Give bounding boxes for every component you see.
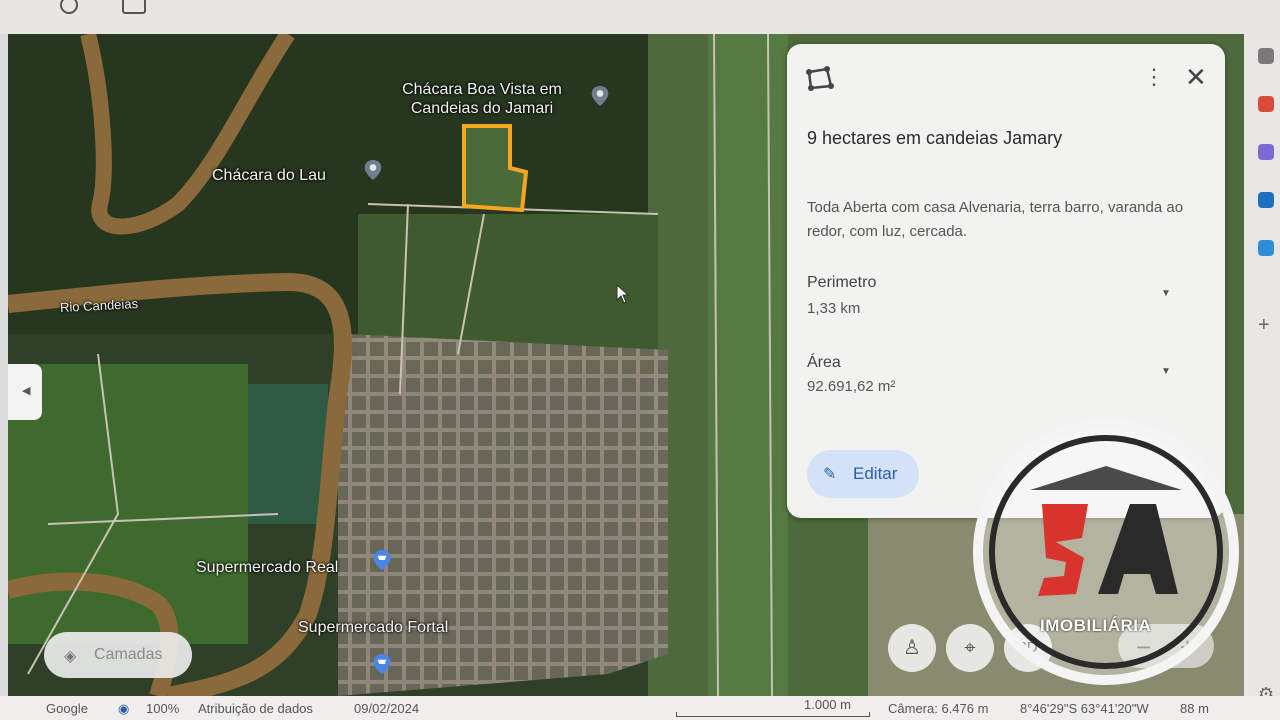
browser-side-panel: + ⚙ (1244, 34, 1280, 720)
layers-label: Camadas (94, 646, 163, 663)
agency-watermark-logo (973, 419, 1239, 685)
area-value: 92.691,62 m² (807, 378, 896, 395)
river-label: Rio Candeias (59, 295, 139, 316)
place-label-supermercado-fortal[interactable]: Supermercado Fortal (298, 618, 448, 637)
camera-altitude: Câmera: 6.476 m (888, 701, 989, 716)
shop-pin-icon[interactable] (372, 654, 392, 674)
collapse-sidebar-button[interactable]: ◀ (8, 364, 42, 420)
pin-icon[interactable] (590, 86, 610, 106)
browser-toolbar (0, 0, 1280, 34)
status-bar: Google ◉ 100% Atribuição de dados 09/02/… (0, 696, 1280, 720)
chevron-left-icon: ◀ (22, 385, 31, 397)
panel-title: 9 hectares em candeias Jamary (807, 128, 1063, 148)
zoom-level: 100% (146, 701, 180, 716)
edit-label: Editar (853, 464, 898, 483)
more-vert-icon[interactable]: ⋮ (1143, 66, 1165, 88)
close-icon[interactable]: ✕ (1185, 64, 1207, 90)
imagery-date: 09/02/2024 (354, 701, 420, 716)
globe-icon: ◉ (118, 701, 130, 716)
app-icon[interactable] (1258, 192, 1274, 208)
edit-button[interactable]: ✎ Editar (807, 450, 919, 498)
scale-label: 1.000 m (804, 697, 851, 712)
place-label-chacara-do-lau[interactable]: Chácara do Lau (212, 166, 326, 185)
google-logo: Google (46, 701, 88, 716)
pencil-icon: ✎ (823, 466, 837, 483)
layers-button[interactable]: ◈ Camadas (44, 632, 192, 678)
app-icon[interactable] (1258, 240, 1274, 256)
toolbar-icon[interactable] (60, 0, 78, 14)
chevron-down-icon[interactable]: ▼ (1161, 366, 1171, 377)
app-icon[interactable] (1258, 96, 1274, 112)
shop-pin-icon[interactable] (372, 550, 392, 570)
pin-icon[interactable] (363, 160, 383, 180)
pegman-button[interactable]: ♙ (888, 624, 936, 672)
add-icon[interactable]: + (1258, 314, 1270, 337)
elevation: 88 m (1180, 701, 1209, 716)
area-label: Área (807, 354, 841, 371)
attribution-link[interactable]: Atribuição de dados (198, 701, 313, 716)
pegman-icon: ♙ (903, 637, 921, 659)
app-icon[interactable] (1258, 48, 1274, 64)
mouse-cursor-icon (616, 284, 630, 304)
perimeter-label: Perimetro (807, 274, 877, 291)
place-label-supermercado-real[interactable]: Supermercado Real (196, 558, 338, 577)
layers-icon: ◈ (64, 648, 77, 665)
scale-bar (676, 712, 870, 717)
polygon-icon (806, 66, 834, 91)
chevron-down-icon[interactable]: ▼ (1161, 288, 1171, 299)
toolbar-icon[interactable] (122, 0, 146, 14)
perimeter-value: 1,33 km (807, 300, 861, 317)
panel-description: Toda Aberta com casa Alvenaria, terra ba… (807, 199, 1184, 240)
watermark-text: IMOBILIÁRIA (1040, 616, 1152, 635)
app-icon[interactable] (1258, 144, 1274, 160)
place-label-boa-vista[interactable]: Chácara Boa Vista em Candeias do Jamari (387, 80, 577, 118)
coordinates: 8°46'29"S 63°41'20"W (1020, 701, 1149, 716)
